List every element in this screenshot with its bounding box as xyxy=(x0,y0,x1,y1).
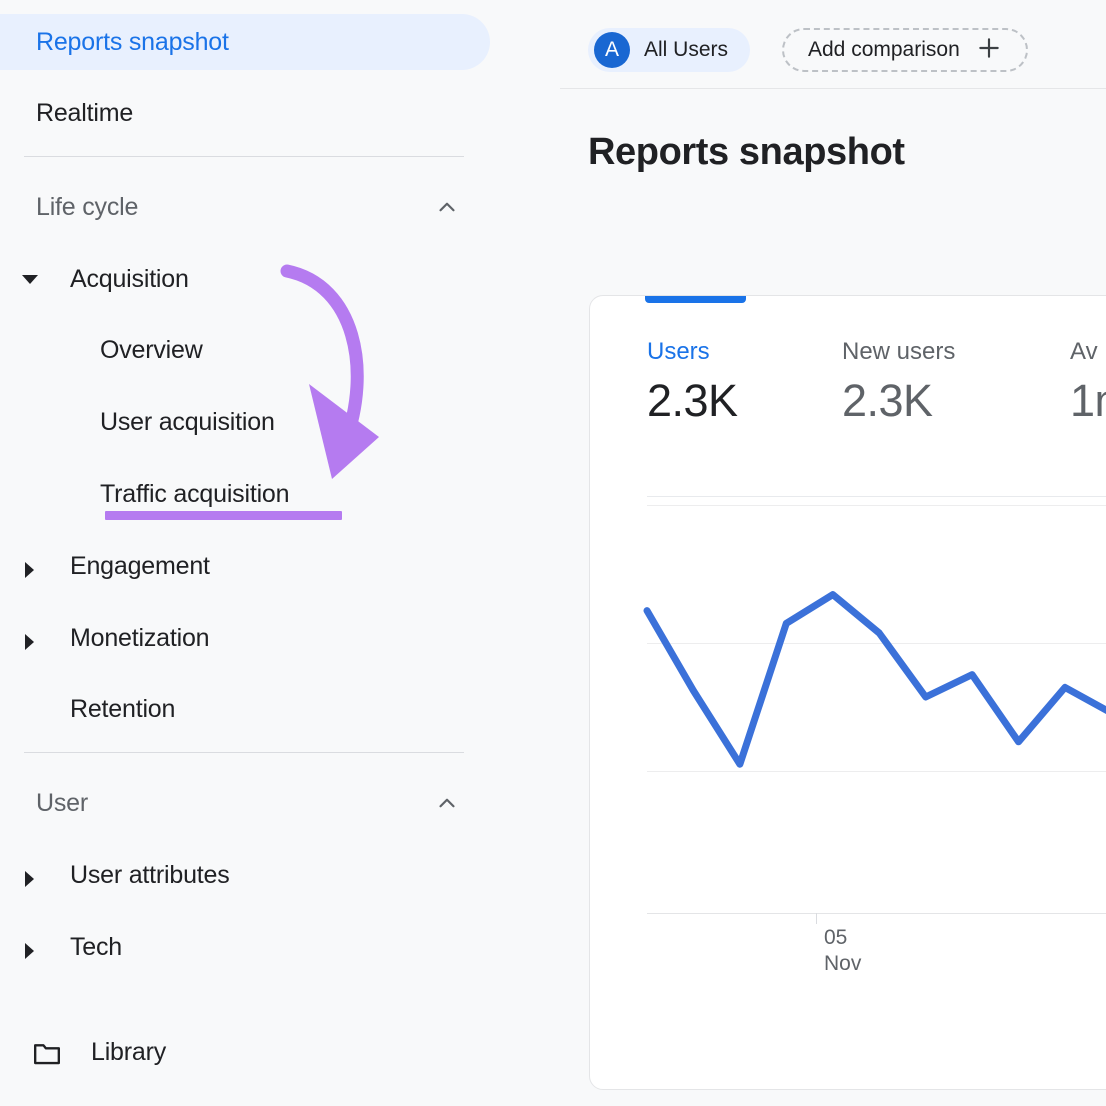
users-line-chart[interactable]: 05 Nov 12 xyxy=(590,501,1106,971)
sidebar-group-engagement[interactable]: Engagement xyxy=(0,538,490,594)
sidebar-group-label: Monetization xyxy=(70,624,209,653)
triangle-right-icon[interactable] xyxy=(25,943,34,959)
sidebar-section-label: User xyxy=(36,789,88,818)
comparison-toolbar: A All Users Add comparison xyxy=(560,0,1106,89)
sidebar-section-user[interactable]: User xyxy=(0,775,490,831)
sidebar-group-monetization[interactable]: Monetization xyxy=(0,610,490,666)
chevron-up-icon xyxy=(434,194,460,220)
metric-value: 2.3K xyxy=(647,375,738,427)
sidebar-divider-top xyxy=(24,156,464,157)
sidebar-item-user-acquisition[interactable]: User acquisition xyxy=(0,394,490,450)
metrics-separator xyxy=(647,496,1106,497)
sidebar-item-realtime[interactable]: Realtime xyxy=(0,85,490,141)
add-comparison-button[interactable]: Add comparison xyxy=(782,28,1028,72)
triangle-right-icon[interactable] xyxy=(25,562,34,578)
plus-icon xyxy=(976,35,1002,66)
sidebar-divider-user xyxy=(24,752,464,753)
sidebar-item-overview[interactable]: Overview xyxy=(0,322,490,378)
all-users-label: All Users xyxy=(644,38,728,62)
sidebar-navigation: Reports snapshot Realtime Life cycle Acq… xyxy=(0,0,560,1106)
metrics-overview-card: Users 2.3K New users 2.3K Av 1m 05 Nov xyxy=(589,295,1106,1090)
page-title: Reports snapshot xyxy=(588,131,905,174)
sidebar-group-acquisition[interactable]: Acquisition xyxy=(0,251,490,307)
chevron-up-icon xyxy=(434,790,460,816)
metric-new-users[interactable]: New users 2.3K xyxy=(842,338,955,427)
sidebar-item-label: User acquisition xyxy=(100,408,275,437)
triangle-right-icon[interactable] xyxy=(25,871,34,887)
metric-label: New users xyxy=(842,338,955,366)
sidebar-item-retention[interactable]: Retention xyxy=(0,681,490,737)
x-axis-line xyxy=(647,913,1106,914)
sidebar-item-label: Overview xyxy=(100,336,203,365)
sidebar-section-label: Life cycle xyxy=(36,193,138,222)
metric-users[interactable]: Users 2.3K xyxy=(647,338,738,427)
sidebar-group-label: Engagement xyxy=(70,552,210,581)
sidebar-item-label: Traffic acquisition xyxy=(100,480,289,509)
chart-plot-line xyxy=(590,501,1106,921)
sidebar-group-label: Acquisition xyxy=(70,265,189,294)
sidebar-item-library[interactable]: Library xyxy=(0,1024,490,1080)
sidebar-item-label: Realtime xyxy=(36,99,133,128)
all-users-segment-chip[interactable]: A All Users xyxy=(588,28,750,72)
metric-value: 2.3K xyxy=(842,375,955,427)
metric-label: Av xyxy=(1070,338,1106,366)
triangle-right-icon[interactable] xyxy=(25,634,34,650)
sidebar-item-reports-snapshot[interactable]: Reports snapshot xyxy=(0,14,490,70)
annotation-underline xyxy=(105,511,342,520)
sidebar-group-label: Tech xyxy=(70,933,122,962)
avatar: A xyxy=(594,32,630,68)
add-comparison-label: Add comparison xyxy=(808,38,960,62)
selected-metric-indicator xyxy=(645,296,746,303)
metric-value: 1m xyxy=(1070,375,1106,427)
sidebar-item-label: Retention xyxy=(70,695,175,724)
main-content: A All Users Add comparison Reports snaps… xyxy=(560,0,1106,1106)
sidebar-item-label: Library xyxy=(91,1038,166,1067)
triangle-down-icon[interactable] xyxy=(22,275,38,284)
sidebar-section-life-cycle[interactable]: Life cycle xyxy=(0,179,490,235)
metric-label: Users xyxy=(647,338,738,366)
x-axis-tick-label: 05 Nov xyxy=(824,925,861,978)
sidebar-group-tech[interactable]: Tech xyxy=(0,919,490,975)
metric-average-truncated[interactable]: Av 1m xyxy=(1070,338,1106,427)
x-axis-tick xyxy=(816,913,817,924)
sidebar-item-label: Reports snapshot xyxy=(36,28,229,57)
folder-icon xyxy=(32,1040,62,1071)
sidebar-group-label: User attributes xyxy=(70,861,230,890)
sidebar-group-user-attributes[interactable]: User attributes xyxy=(0,847,490,903)
